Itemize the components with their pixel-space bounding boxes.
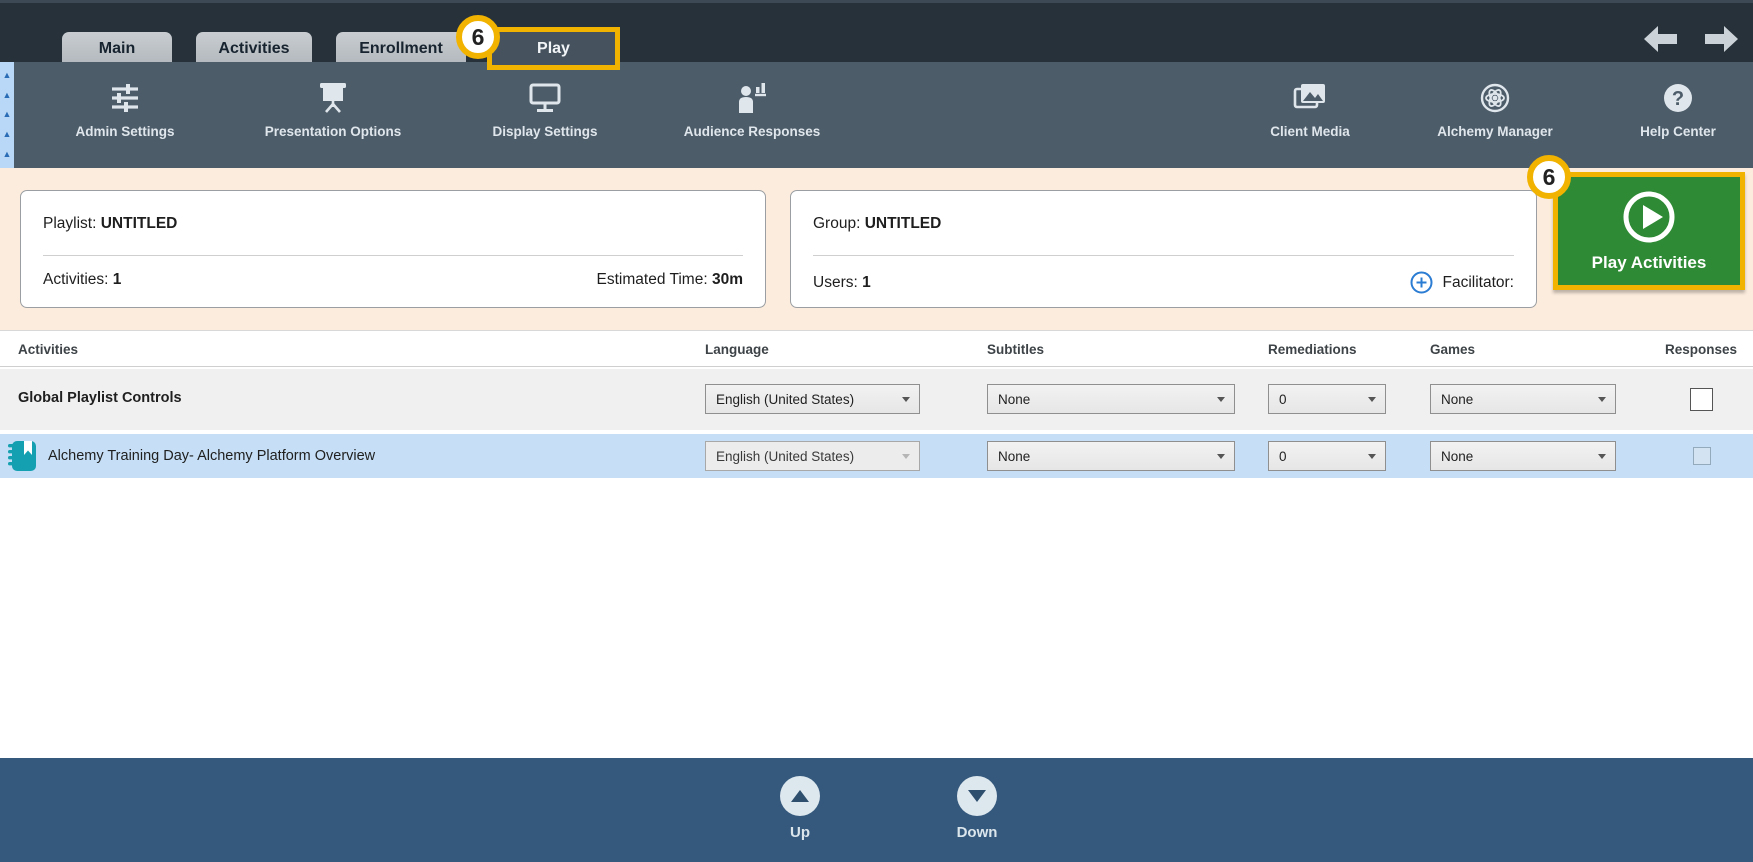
- projector-screen-icon: [314, 78, 352, 118]
- move-up-button[interactable]: Up: [764, 776, 836, 841]
- subtitles-select[interactable]: None: [987, 441, 1235, 471]
- chevron-down-icon: [902, 454, 910, 459]
- group-card: Group: UNTITLED Users: 1 Facilitator:: [790, 190, 1537, 308]
- history-nav: [1643, 25, 1739, 53]
- play-activities-label: Play Activities: [1592, 253, 1707, 273]
- play-activities-button[interactable]: Play Activities: [1553, 172, 1745, 290]
- move-down-button[interactable]: Down: [941, 776, 1013, 841]
- chevron-down-icon: [1217, 454, 1225, 459]
- row-title: Alchemy Training Day- Alchemy Platform O…: [48, 448, 375, 464]
- back-arrow-icon[interactable]: [1643, 25, 1679, 53]
- tab-main[interactable]: Main: [62, 32, 172, 65]
- chevron-down-icon: [902, 397, 910, 402]
- sliders-icon: [106, 78, 144, 118]
- toolbar-client-media[interactable]: Client Media: [1235, 62, 1385, 168]
- playlist-title: Playlist: UNTITLED: [43, 215, 177, 233]
- chevron-down-icon: [1368, 397, 1376, 402]
- question-icon: ?: [1660, 78, 1696, 118]
- annotation-step-badge-play: 6: [1527, 155, 1571, 199]
- remediations-select[interactable]: 0: [1268, 441, 1386, 471]
- tab-play-label: Play: [537, 40, 570, 58]
- toolbar-admin-settings[interactable]: Admin Settings: [50, 62, 200, 168]
- subtitles-select[interactable]: None: [987, 384, 1235, 414]
- annotation-step-badge-tab: 6: [456, 15, 500, 59]
- card-divider: [43, 255, 743, 256]
- top-tab-bar: Main Activities Enrollment: [0, 0, 1753, 62]
- col-remediations: Remediations: [1268, 331, 1357, 368]
- chevron-down-icon: [1598, 397, 1606, 402]
- games-select[interactable]: None: [1430, 384, 1616, 414]
- users-count: Users: 1: [813, 274, 871, 292]
- chevron-down-icon: [1217, 397, 1225, 402]
- table-row-activity[interactable]: Alchemy Training Day- Alchemy Platform O…: [0, 434, 1753, 478]
- play-icon: [1621, 189, 1677, 245]
- col-responses: Responses: [1630, 331, 1737, 368]
- toolbar: ▲▲▲▲▲ Admin Settings: [0, 62, 1753, 168]
- session-summary-band: Playlist: UNTITLED Activities: 1 Estimat…: [0, 168, 1753, 330]
- left-scroll-strip[interactable]: ▲▲▲▲▲: [0, 62, 14, 168]
- estimated-time: Estimated Time: 30m: [597, 271, 743, 289]
- responses-checkbox-disabled: [1693, 447, 1711, 465]
- col-games: Games: [1430, 331, 1475, 368]
- chevron-down-icon: [1598, 454, 1606, 459]
- group-title: Group: UNTITLED: [813, 215, 941, 233]
- up-arrow-icon: [780, 776, 820, 816]
- toolbar-help-center[interactable]: ? Help Center: [1603, 62, 1753, 168]
- card-divider: [813, 255, 1514, 256]
- playlist-name: UNTITLED: [101, 215, 178, 232]
- chevron-down-icon: [1368, 454, 1376, 459]
- responses-checkbox[interactable]: [1690, 388, 1713, 411]
- activities-table-header: Activities Language Subtitles Remediatio…: [0, 330, 1753, 367]
- playlist-card: Playlist: UNTITLED Activities: 1 Estimat…: [20, 190, 766, 308]
- tab-enrollment[interactable]: Enrollment: [336, 32, 466, 65]
- toolbar-presentation-options[interactable]: Presentation Options: [243, 62, 423, 168]
- table-row-global-controls: Global Playlist Controls English (United…: [0, 369, 1753, 430]
- media-stack-icon: [1290, 78, 1330, 118]
- down-arrow-icon: [957, 776, 997, 816]
- group-name: UNTITLED: [865, 215, 942, 232]
- toolbar-audience-responses[interactable]: Audience Responses: [662, 62, 842, 168]
- alchemy-player-window: Main Activities Enrollment Play 6 6 ▲▲▲▲…: [0, 0, 1753, 862]
- course-book-icon: [8, 440, 38, 478]
- person-chart-icon: [733, 78, 771, 118]
- reorder-footer-bar: Up Down: [0, 758, 1753, 862]
- col-language: Language: [705, 331, 769, 368]
- tab-play[interactable]: Play: [487, 27, 620, 70]
- monitor-icon: [526, 78, 564, 118]
- activities-count: Activities: 1: [43, 271, 121, 289]
- col-activities: Activities: [18, 331, 78, 368]
- col-subtitles: Subtitles: [987, 331, 1044, 368]
- games-select[interactable]: None: [1430, 441, 1616, 471]
- remediations-select[interactable]: 0: [1268, 384, 1386, 414]
- atom-icon: [1476, 78, 1514, 118]
- forward-arrow-icon[interactable]: [1703, 25, 1739, 53]
- facilitator-label: Facilitator:: [1443, 274, 1515, 292]
- tab-activities[interactable]: Activities: [196, 32, 312, 65]
- toolbar-alchemy-manager[interactable]: Alchemy Manager: [1405, 62, 1585, 168]
- language-select[interactable]: English (United States): [705, 384, 920, 414]
- toolbar-display-settings[interactable]: Display Settings: [470, 62, 620, 168]
- add-facilitator-icon[interactable]: [1410, 271, 1433, 294]
- svg-text:?: ?: [1672, 88, 1684, 110]
- row-title: Global Playlist Controls: [18, 390, 182, 406]
- language-select: English (United States): [705, 441, 920, 471]
